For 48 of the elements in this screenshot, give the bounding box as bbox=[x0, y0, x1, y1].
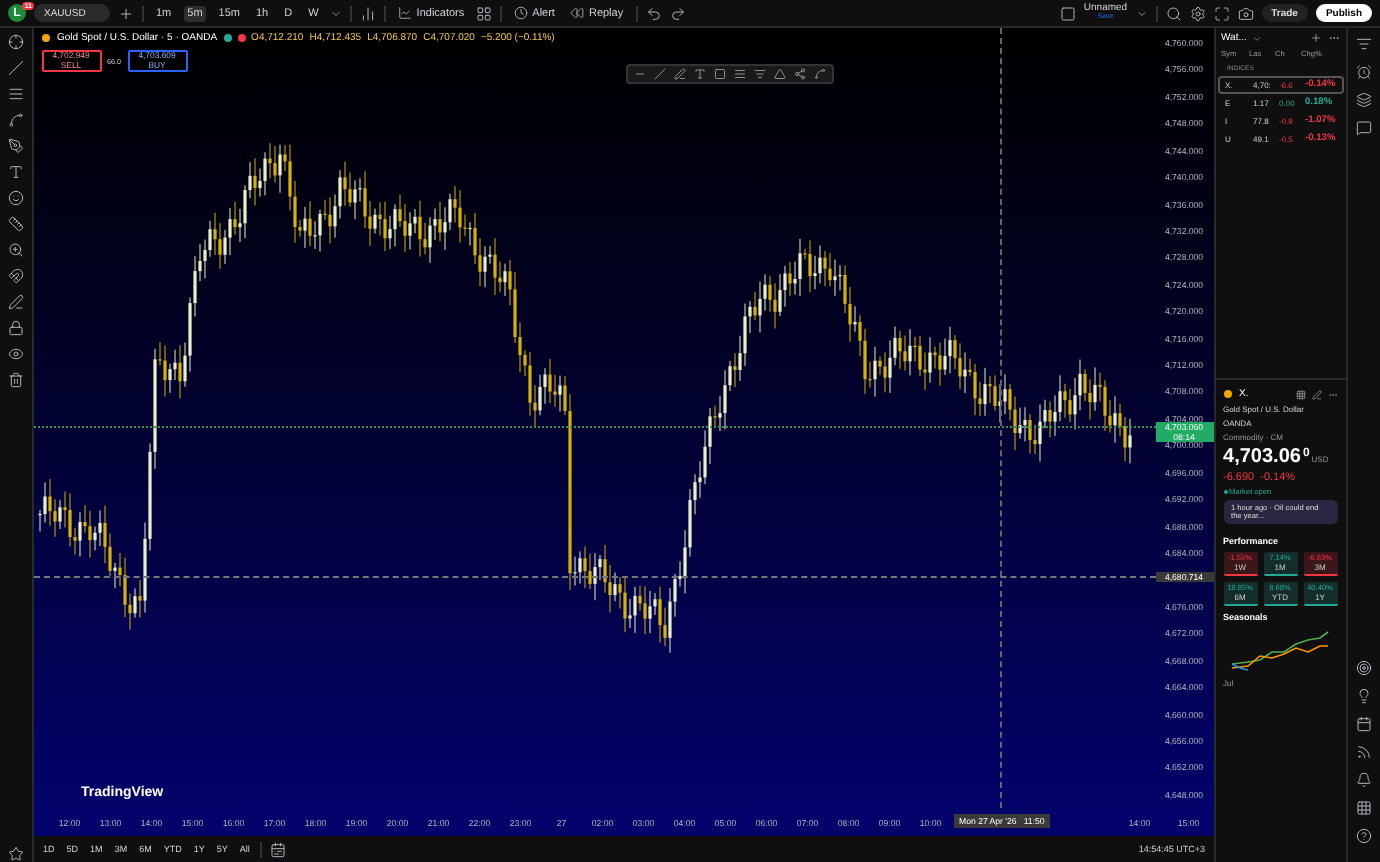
filter-icon[interactable] bbox=[753, 68, 766, 80]
triangle-icon[interactable] bbox=[773, 68, 786, 80]
edit-icon[interactable] bbox=[1311, 389, 1322, 399]
layers-icon[interactable] bbox=[1355, 92, 1372, 108]
settings-icon[interactable] bbox=[1189, 5, 1206, 21]
target-icon[interactable] bbox=[1355, 660, 1372, 676]
pen-icon[interactable] bbox=[7, 294, 24, 310]
idea-icon[interactable] bbox=[1355, 688, 1372, 704]
redo-icon[interactable] bbox=[669, 5, 686, 21]
help-icon[interactable] bbox=[1355, 828, 1372, 844]
trash-icon[interactable] bbox=[7, 372, 24, 388]
grid-icon[interactable] bbox=[1355, 800, 1372, 816]
magnet-icon[interactable] bbox=[7, 268, 24, 284]
lines-icon[interactable] bbox=[733, 68, 746, 80]
rectangle-icon[interactable] bbox=[713, 68, 726, 80]
add-symbol-icon[interactable] bbox=[118, 5, 134, 21]
pen-icon[interactable] bbox=[673, 68, 686, 80]
lock-icon[interactable] bbox=[7, 320, 24, 336]
templates-icon[interactable] bbox=[476, 5, 493, 21]
chat-icon[interactable] bbox=[1355, 120, 1372, 136]
trend-line-icon[interactable] bbox=[653, 68, 666, 80]
undo-icon[interactable] bbox=[645, 5, 662, 21]
layout-icon[interactable] bbox=[1059, 5, 1076, 21]
smile-icon[interactable] bbox=[7, 190, 24, 206]
candles-icon[interactable] bbox=[360, 5, 377, 21]
crosshair-icon[interactable] bbox=[7, 34, 24, 50]
calendar-icon[interactable] bbox=[1355, 716, 1372, 732]
feed-icon[interactable] bbox=[1355, 744, 1372, 760]
clock-icon bbox=[514, 6, 529, 20]
zoom-in-icon[interactable] bbox=[7, 242, 24, 258]
trend-line-icon[interactable] bbox=[7, 60, 24, 76]
line-chart-icon bbox=[398, 6, 413, 20]
calendar-icon[interactable] bbox=[269, 841, 286, 857]
chevron-down-icon[interactable] bbox=[1252, 33, 1263, 43]
text-icon[interactable] bbox=[7, 164, 24, 180]
grid-icon[interactable] bbox=[1295, 389, 1306, 399]
search-icon[interactable] bbox=[1165, 5, 1182, 21]
text-icon[interactable] bbox=[693, 68, 706, 80]
alarm-icon[interactable] bbox=[1355, 64, 1372, 80]
bell-icon[interactable] bbox=[1355, 772, 1372, 788]
add-icon[interactable] bbox=[1309, 32, 1322, 44]
fullscreen-icon[interactable] bbox=[1213, 5, 1230, 21]
brush-icon[interactable] bbox=[7, 138, 24, 154]
ruler-icon[interactable] bbox=[7, 216, 24, 232]
camera-icon[interactable] bbox=[1237, 5, 1254, 21]
star-icon[interactable] bbox=[7, 846, 24, 862]
eye-icon[interactable] bbox=[7, 346, 24, 362]
rewind-icon bbox=[570, 6, 585, 20]
